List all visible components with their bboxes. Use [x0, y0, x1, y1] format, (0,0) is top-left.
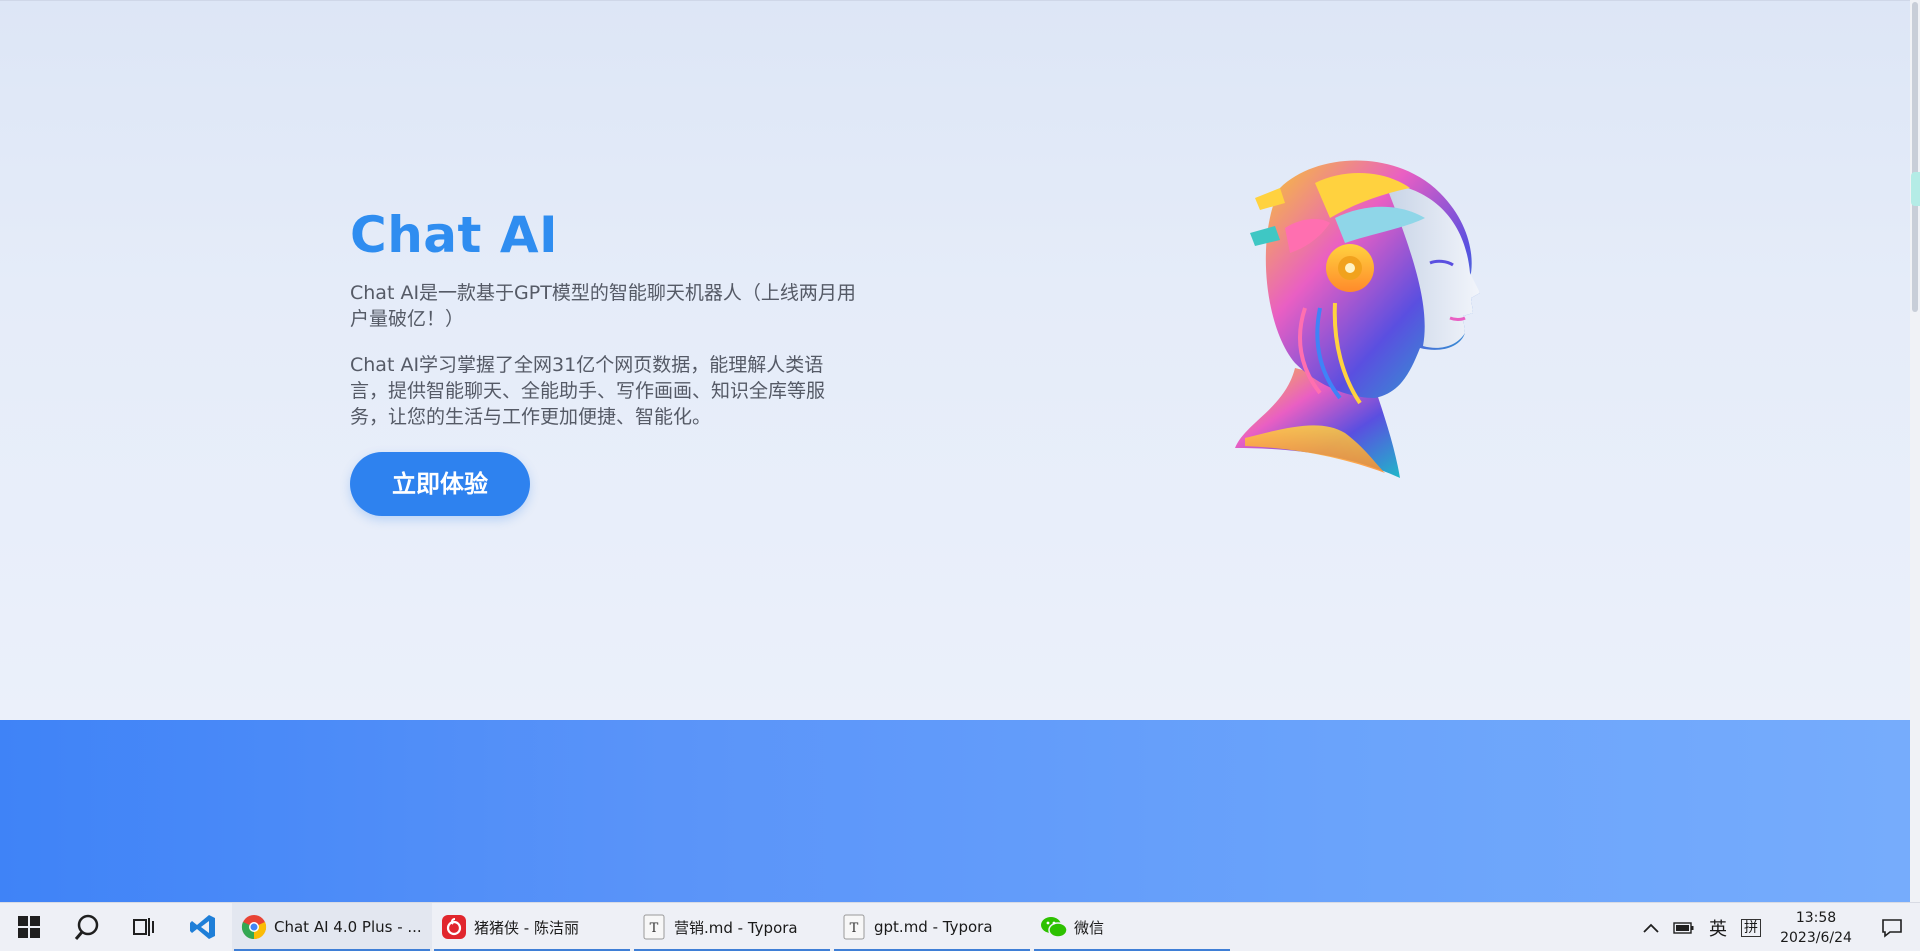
- netease-music-icon: [440, 913, 468, 941]
- hero-text-block: Chat AI Chat AI是一款基于GPT模型的智能聊天机器人（上线两月用户…: [350, 200, 860, 516]
- taskbar-app-chrome[interactable]: Chat AI 4.0 Plus - ...: [232, 902, 432, 951]
- chevron-up-icon[interactable]: [1636, 903, 1666, 951]
- chrome-icon: [240, 913, 268, 941]
- task-view-icon[interactable]: [116, 903, 174, 951]
- hero-section: Chat AI Chat AI是一款基于GPT模型的智能聊天机器人（上线两月用户…: [0, 0, 1910, 720]
- hero-description-2: Chat AI学习掌握了全网31亿个网页数据，能理解人类语言，提供智能聊天、全能…: [350, 354, 826, 428]
- ime-language-indicator[interactable]: 英: [1702, 903, 1734, 951]
- taskbar-app-label: Chat AI 4.0 Plus - ...: [274, 918, 422, 936]
- hero-description-1: Chat AI是一款基于GPT模型的智能聊天机器人（上线两月用户量破亿！）: [350, 282, 856, 330]
- system-tray: 英 拼 13:58 2023/6/24: [1636, 903, 1920, 951]
- ime-mode-label: 拼: [1741, 918, 1761, 937]
- scrollbar-thumb[interactable]: [1912, 2, 1918, 312]
- typora-icon: T: [840, 913, 868, 941]
- battery-icon[interactable]: [1666, 903, 1702, 951]
- browser-viewport: Chat AI Chat AI是一款基于GPT模型的智能聊天机器人（上线两月用户…: [0, 0, 1910, 902]
- clock-date: 2023/6/24: [1780, 929, 1852, 946]
- typora-icon: T: [640, 913, 668, 941]
- taskbar-app-typora-2[interactable]: T gpt.md - Typora: [832, 903, 1032, 951]
- svg-text:T: T: [850, 921, 859, 936]
- hero-title: Chat AI: [350, 206, 559, 264]
- side-widget-tab[interactable]: [1911, 172, 1920, 206]
- blue-banner: [0, 720, 1910, 902]
- vscode-icon[interactable]: [174, 903, 232, 951]
- vertical-scrollbar[interactable]: [1910, 0, 1920, 902]
- divider: [0, 0, 1910, 1]
- system-clock[interactable]: 13:58 2023/6/24: [1768, 903, 1864, 951]
- ime-mode-indicator[interactable]: 拼: [1734, 903, 1768, 951]
- taskbar-app-label: gpt.md - Typora: [874, 918, 993, 936]
- taskbar-app-label: 营销.md - Typora: [674, 918, 798, 937]
- robot-head-illustration: [1225, 148, 1495, 478]
- taskbar-app-wechat[interactable]: 微信: [1032, 903, 1232, 951]
- search-icon[interactable]: [58, 903, 116, 951]
- try-now-button[interactable]: 立即体验: [350, 452, 530, 516]
- svg-text:T: T: [650, 921, 659, 936]
- taskbar-app-typora-1[interactable]: T 营销.md - Typora: [632, 903, 832, 951]
- windows-taskbar: Chat AI 4.0 Plus - ... 猪猪侠 - 陈洁丽 T 营销.md…: [0, 902, 1920, 951]
- clock-time: 13:58: [1795, 909, 1837, 926]
- notification-icon[interactable]: [1864, 903, 1920, 951]
- wechat-icon: [1040, 913, 1068, 941]
- taskbar-app-netease-music[interactable]: 猪猪侠 - 陈洁丽: [432, 903, 632, 951]
- taskbar-app-label: 微信: [1074, 918, 1105, 937]
- taskbar-app-label: 猪猪侠 - 陈洁丽: [474, 918, 579, 937]
- windows-start-icon[interactable]: [0, 903, 58, 951]
